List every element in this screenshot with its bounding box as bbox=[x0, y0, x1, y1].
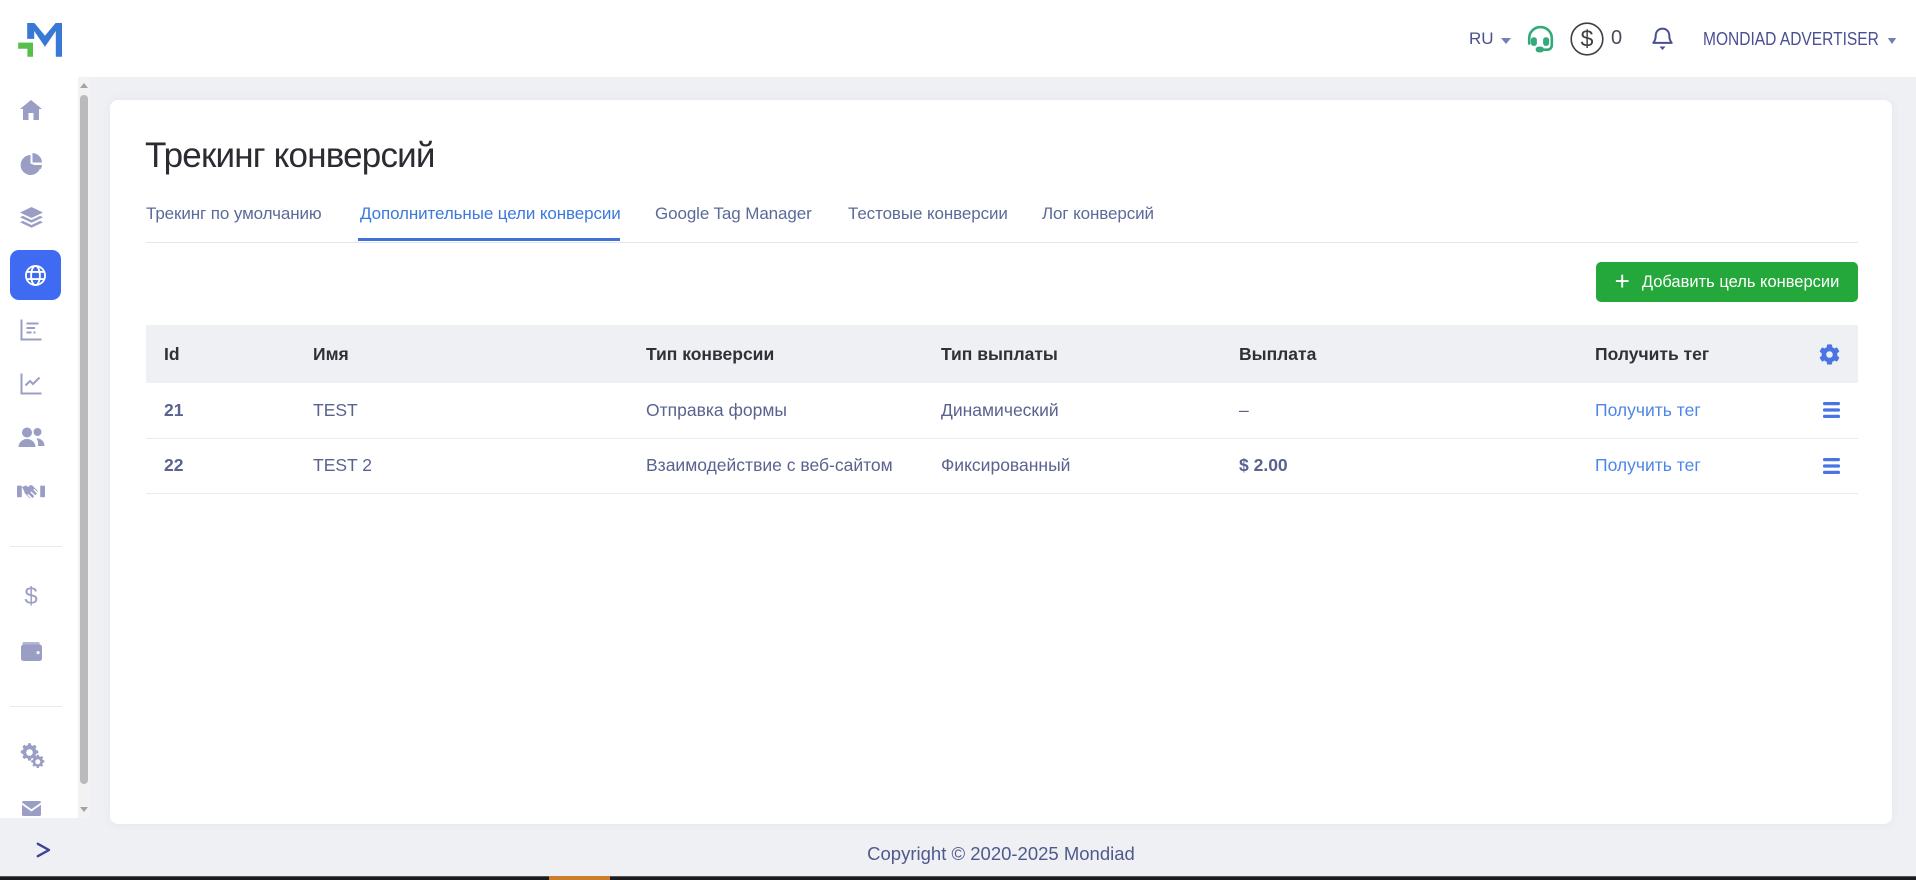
svg-text:$: $ bbox=[1581, 25, 1594, 51]
